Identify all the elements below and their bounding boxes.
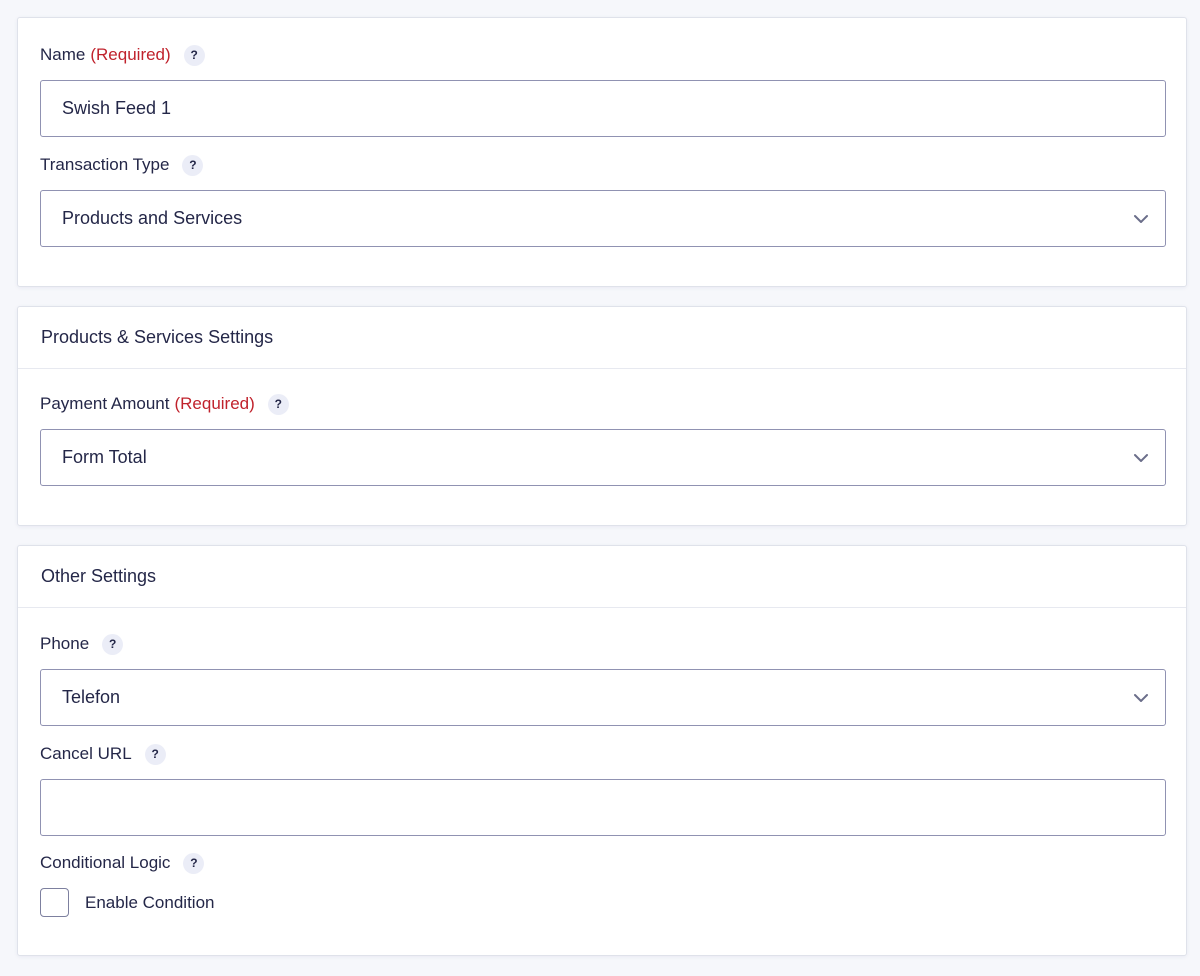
question-mark-icon[interactable]: ? [102,633,124,655]
other-settings-card: Other Settings Phone ? Telefon Cancel UR… [17,545,1187,956]
question-mark-icon[interactable]: ? [183,44,205,66]
cancel-url-label-row: Cancel URL ? [40,742,166,766]
name-label-row: Name (Required) ? [40,43,205,67]
transaction-type-selected-value: Products and Services [62,208,243,228]
payment-amount-label-row: Payment Amount (Required) ? [40,392,289,416]
products-services-title: Products & Services Settings [41,327,274,347]
products-services-header: Products & Services Settings [18,307,1186,369]
question-mark-icon[interactable]: ? [182,154,204,176]
question-mark-icon[interactable]: ? [267,393,289,415]
other-settings-header: Other Settings [18,546,1186,608]
phone-label-row: Phone ? [40,632,124,656]
conditional-logic-label-row: Conditional Logic ? [40,851,205,875]
phone-selected-value: Telefon [62,687,121,707]
payment-amount-required-indicator: (Required) [174,394,255,413]
name-input-value: Swish Feed 1 [62,98,172,118]
phone-select[interactable]: Telefon [40,669,1166,726]
question-mark-icon[interactable]: ? [183,852,205,874]
cancel-url-input[interactable] [40,779,1166,836]
name-label: Name [40,45,86,64]
enable-condition-checkbox[interactable] [40,888,69,917]
conditional-logic-label: Conditional Logic [40,853,171,872]
name-input[interactable]: Swish Feed 1 [40,80,1166,137]
enable-condition-row: Enable Condition [40,888,214,917]
name-required-indicator: (Required) [90,45,171,64]
payment-amount-select[interactable]: Form Total [40,429,1166,486]
chevron-down-icon [1134,454,1148,462]
general-settings-card: Name (Required) ? Swish Feed 1 Transacti… [17,17,1187,287]
chevron-down-icon [1134,215,1148,223]
cancel-url-label: Cancel URL [40,744,132,763]
products-services-settings-card: Products & Services Settings Payment Amo… [17,306,1187,526]
phone-label: Phone [40,634,90,653]
enable-condition-label[interactable]: Enable Condition [85,893,214,913]
transaction-type-select[interactable]: Products and Services [40,190,1166,247]
payment-amount-label: Payment Amount [40,394,170,413]
transaction-type-label: Transaction Type [40,155,170,174]
question-mark-icon[interactable]: ? [144,743,166,765]
chevron-down-icon [1134,694,1148,702]
other-settings-title: Other Settings [41,566,157,586]
payment-amount-selected-value: Form Total [62,447,147,467]
transaction-type-label-row: Transaction Type ? [40,153,204,177]
